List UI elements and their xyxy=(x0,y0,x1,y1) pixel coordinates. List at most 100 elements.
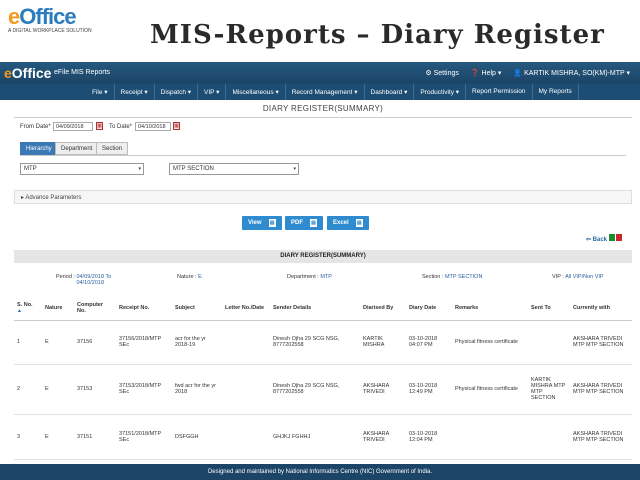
menu-receipt[interactable]: Receipt ▾ xyxy=(115,84,155,100)
report-content: DIARY REGISTER(SUMMARY) From Date* ▦ To … xyxy=(14,100,632,480)
department-value: MTP xyxy=(320,274,332,280)
nature-label: Nature : xyxy=(177,274,197,280)
department-select[interactable]: MTP ▾ xyxy=(20,163,144,175)
cell: Physical fitness certificate xyxy=(452,320,528,365)
help-menu[interactable]: ❓ Help ▾ xyxy=(471,69,502,77)
menu-report-permission[interactable]: Report Permission xyxy=(466,84,533,100)
pdf-icon: ▤ xyxy=(310,219,317,227)
menu-my-reports[interactable]: My Reports xyxy=(533,84,579,100)
chevron-down-icon: ▾ xyxy=(293,166,296,172)
cell: 37151/2018/MTP SEc xyxy=(116,414,172,460)
app-topbar: eOffice eFile MIS Reports ⚙ Settings ❓ H… xyxy=(0,62,640,84)
tab-hierarchy[interactable]: Hierarchy xyxy=(20,142,58,155)
col-header[interactable]: Letter No./Date xyxy=(222,296,270,321)
main-menu: File ▾ Receipt ▾ Dispatch ▾ VIP ▾ Miscel… xyxy=(0,84,640,100)
diary-register-table: S. No. ▲ Nature Computer No. Receipt No.… xyxy=(14,296,632,480)
logo-tagline: A DIGITAL WORKPLACE SOLUTION xyxy=(8,28,92,34)
menu-file[interactable]: File ▾ xyxy=(86,84,115,100)
menu-vip[interactable]: VIP ▾ xyxy=(198,84,227,100)
table-row[interactable]: 1 E 37156 37156/2018/MTP SEc acr for the yr … xyxy=(14,320,632,365)
table-row[interactable]: 2 E 37153 37153/2018/MTP SEc fwd acr for the… xyxy=(14,364,632,415)
excel-icon: ▤ xyxy=(355,219,363,227)
excel-export-icon[interactable] xyxy=(609,234,615,241)
cell xyxy=(222,414,270,460)
cell: Dinesh Ojha 29 SCG NSG, 8777202558 xyxy=(270,364,360,415)
cell xyxy=(528,414,570,460)
cell: 03-10-2018 12:49 PM xyxy=(406,364,452,415)
cell: Dinesh Ojha 29 SCG NSG, 8777202558 xyxy=(270,320,360,365)
settings-link[interactable]: ⚙ Settings xyxy=(425,69,459,77)
vip-meta: VIP : All VIP/Non VIP xyxy=(552,274,604,280)
divider xyxy=(20,155,626,156)
table-row[interactable]: 3 E 37151 37151/2018/MTP SEc DSFGGH GHJKJ FGH… xyxy=(14,414,632,460)
col-header[interactable]: Currently with xyxy=(570,296,632,321)
eoffice-logo: eOffice A DIGITAL WORKPLACE SOLUTION xyxy=(8,4,96,50)
view-icon: ▤ xyxy=(268,219,276,227)
department-select-value: MTP xyxy=(24,166,37,172)
app-logo: eOffice xyxy=(4,65,52,81)
section-value: MTP SECTION xyxy=(444,274,483,280)
pdf-export-icon[interactable] xyxy=(616,234,622,241)
vip-value: All VIP/Non VIP xyxy=(565,274,604,280)
col-header[interactable]: Diary Date xyxy=(406,296,452,321)
col-header[interactable]: Nature xyxy=(42,296,74,321)
view-button[interactable]: View ▤ xyxy=(242,216,282,230)
summary-title-bar: DIARY REGISTER(SUMMARY) xyxy=(14,250,632,263)
logo-office: Office xyxy=(19,4,76,29)
cell: 37153 xyxy=(74,364,116,415)
cell: 37151 xyxy=(74,414,116,460)
cell: 37156/2018/MTP SEc xyxy=(116,320,172,365)
excel-button-label: Excel xyxy=(333,220,349,226)
view-button-label: View xyxy=(248,220,262,226)
to-date-input[interactable] xyxy=(135,122,171,131)
col-header[interactable]: Remarks xyxy=(452,296,528,321)
from-date-input[interactable] xyxy=(53,122,93,131)
slide-header: eOffice A DIGITAL WORKPLACE SOLUTION MIS… xyxy=(0,0,640,62)
section-select[interactable]: MTP SECTION ▾ xyxy=(169,163,299,175)
col-header[interactable]: Computer No. xyxy=(74,296,116,321)
excel-button[interactable]: Excel ▤ xyxy=(327,216,369,230)
tab-section[interactable]: Section xyxy=(96,142,129,155)
cell: 03-10-2018 12:04 PM xyxy=(406,414,452,460)
advance-parameters-toggle[interactable]: ▸ Advance Parameters xyxy=(14,190,632,204)
calendar-icon[interactable]: ▦ xyxy=(173,122,180,130)
period-meta: Period : 04/09/2018 To 04/10/2018 xyxy=(56,274,113,286)
from-date-label: From Date* xyxy=(20,124,51,130)
menu-dispatch[interactable]: Dispatch ▾ xyxy=(155,84,199,100)
menu-dashboard[interactable]: Dashboard ▾ xyxy=(365,84,415,100)
table-header-row: S. No. ▲ Nature Computer No. Receipt No.… xyxy=(14,296,632,321)
cell: 2 xyxy=(14,364,42,415)
col-header[interactable]: Diarised By xyxy=(360,296,406,321)
nature-value: E xyxy=(198,274,202,280)
sort-icon: ▲ xyxy=(17,307,22,314)
back-link[interactable]: ⇦ Back xyxy=(586,234,622,243)
calendar-icon[interactable]: ▦ xyxy=(96,122,103,130)
page-footer: Designed and maintained by National Info… xyxy=(0,464,640,480)
user-menu[interactable]: 👤 KARTIK MISHRA, SO(KM)-MTP ▾ xyxy=(513,69,630,77)
report-title: DIARY REGISTER(SUMMARY) xyxy=(262,104,384,113)
col-header[interactable]: Sender Details xyxy=(270,296,360,321)
section-label: Section : xyxy=(422,274,444,280)
divider xyxy=(14,117,632,118)
department-meta: Department : MTP xyxy=(287,274,332,280)
cell: GHJKJ FGHHJ xyxy=(270,414,360,460)
cell: 37156 xyxy=(74,320,116,365)
menu-miscellaneous[interactable]: Miscellaneous ▾ xyxy=(226,84,286,100)
department-label: Department : xyxy=(287,274,319,280)
menu-productivity[interactable]: Productivity ▾ xyxy=(414,84,467,100)
pdf-button[interactable]: PDF ▤ xyxy=(285,216,323,230)
col-header[interactable]: Sent To xyxy=(528,296,570,321)
menu-record-management[interactable]: Record Management ▾ xyxy=(286,84,365,100)
cell: AKSHARA TRIVEDI MTP MTP SECTION xyxy=(570,414,632,460)
cell: Physical fitness certificate xyxy=(452,364,528,415)
cell: AKSHARA TRIVEDI xyxy=(360,364,406,415)
logo-e: e xyxy=(8,4,20,29)
col-header[interactable]: S. No. ▲ xyxy=(14,296,42,321)
cell: AKSHARA TRIVEDI MTP MTP SECTION xyxy=(570,320,632,365)
tab-department[interactable]: Department xyxy=(55,142,99,155)
col-header[interactable]: Receipt No. xyxy=(116,296,172,321)
cell: KARTIK MISHRA MTP MTP SECTION xyxy=(528,364,570,415)
cell: E xyxy=(42,414,74,460)
col-header[interactable]: Subject xyxy=(172,296,222,321)
app-name: eFile MIS Reports xyxy=(54,69,111,76)
